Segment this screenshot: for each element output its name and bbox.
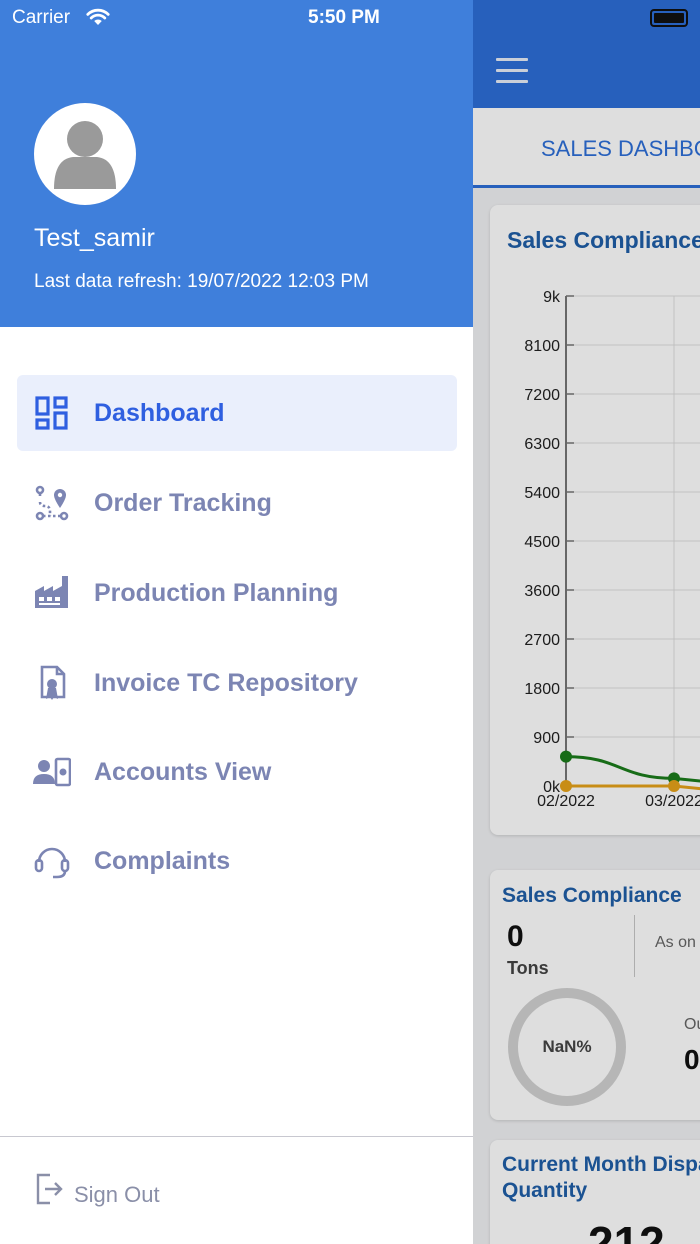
- sign-out-icon: [36, 1173, 63, 1205]
- certificate-icon: [40, 665, 66, 700]
- wifi-icon: [86, 8, 110, 25]
- nav-label-complaints: Complaints: [94, 846, 231, 875]
- headset-icon: [34, 847, 70, 879]
- nav-item-production-planning[interactable]: Production Planning: [17, 555, 457, 631]
- user-card-icon: [33, 757, 71, 787]
- sign-out-button[interactable]: Sign Out: [34, 1170, 234, 1220]
- last-data-refresh: Last data refresh: 19/07/2022 12:03 PM: [34, 271, 369, 292]
- factory-icon: [35, 576, 68, 608]
- nav-label-dashboard: Dashboard: [94, 398, 225, 427]
- dashboard-icon: [35, 396, 68, 430]
- status-carrier: Carrier: [12, 7, 71, 28]
- status-time: 5:50 PM: [308, 7, 380, 28]
- drawer-profile-header: Test_samir Last data refresh: 19/07/2022…: [0, 0, 473, 327]
- nav-item-invoice-tc-repository[interactable]: Invoice TC Repository: [17, 645, 457, 721]
- profile-username: Test_samir: [34, 224, 155, 252]
- nav-item-order-tracking[interactable]: Order Tracking: [17, 465, 457, 541]
- navigation-drawer: Test_samir Last data refresh: 19/07/2022…: [0, 0, 473, 1244]
- route-pin-icon: [35, 485, 69, 521]
- nav-label-production-planning: Production Planning: [94, 578, 339, 607]
- avatar[interactable]: [34, 103, 136, 205]
- drawer-divider: [0, 1136, 473, 1137]
- nav-item-accounts-view[interactable]: Accounts View: [17, 734, 457, 810]
- nav-item-complaints[interactable]: Complaints: [17, 823, 457, 899]
- nav-item-dashboard[interactable]: Dashboard: [17, 375, 457, 451]
- user-avatar-icon: [54, 121, 116, 189]
- nav-label-invoice-tc-repository: Invoice TC Repository: [94, 668, 358, 697]
- sign-out-label: Sign Out: [74, 1182, 160, 1207]
- nav-label-accounts-view: Accounts View: [94, 757, 272, 786]
- nav-label-order-tracking: Order Tracking: [94, 488, 272, 517]
